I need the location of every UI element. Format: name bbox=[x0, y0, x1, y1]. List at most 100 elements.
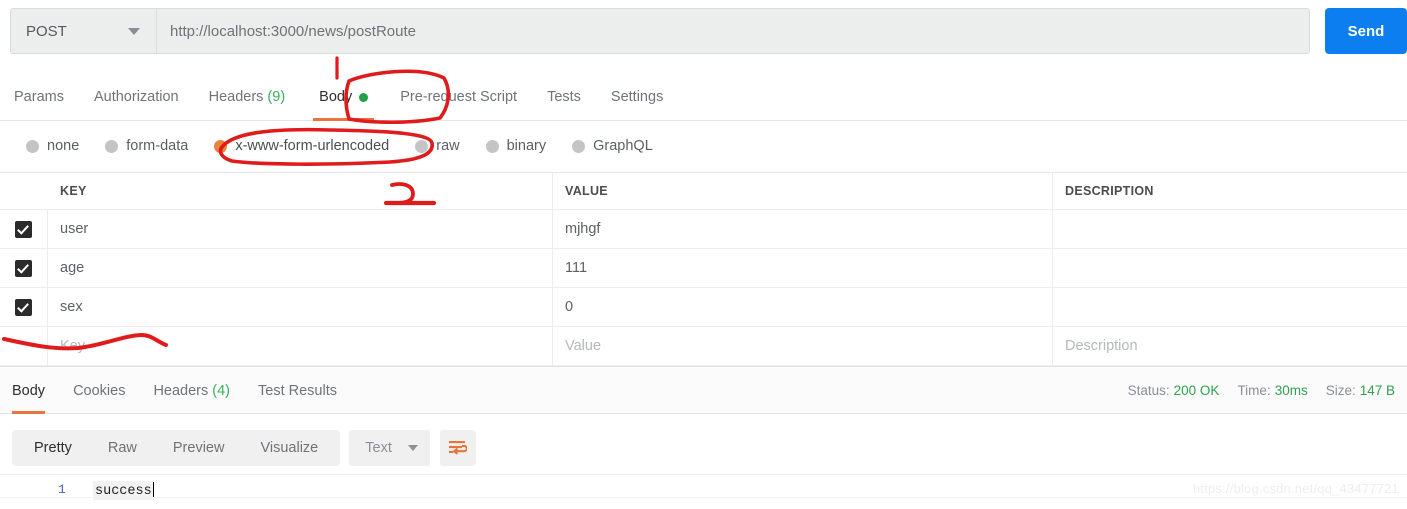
header-key-label: KEY bbox=[60, 184, 87, 198]
tab-tests[interactable]: Tests bbox=[547, 74, 581, 121]
row-description-cell[interactable] bbox=[1053, 249, 1407, 287]
table-row[interactable]: age 111 bbox=[0, 249, 1407, 288]
response-tabs: Body Cookies Headers (4) Test Results bbox=[8, 367, 337, 414]
tab-pre-request-script-label: Pre-request Script bbox=[400, 89, 518, 105]
chevron-down-icon bbox=[407, 445, 418, 451]
row-key-cell[interactable]: sex bbox=[48, 288, 553, 326]
response-tab-test-results-label: Test Results bbox=[258, 382, 337, 399]
row-description-cell[interactable] bbox=[1053, 288, 1407, 326]
header-checkbox-cell bbox=[0, 173, 48, 209]
view-mode-raw-label: Raw bbox=[107, 440, 137, 456]
view-mode-preview[interactable]: Preview bbox=[155, 430, 243, 466]
radio-form-data-icon bbox=[105, 139, 119, 153]
table-row[interactable]: sex 0 bbox=[0, 288, 1407, 327]
tab-pre-request-script[interactable]: Pre-request Script bbox=[400, 74, 517, 121]
body-type-raw[interactable]: raw bbox=[415, 138, 460, 154]
placeholder-value-label: Value bbox=[565, 338, 602, 354]
response-format-label: Text bbox=[365, 440, 392, 456]
placeholder-value-cell[interactable]: Value bbox=[553, 327, 1053, 365]
row-checkbox-cell[interactable] bbox=[0, 288, 48, 326]
placeholder-key-cell[interactable]: Key bbox=[48, 327, 553, 365]
row-description-cell[interactable] bbox=[1053, 210, 1407, 248]
placeholder-key-label: Key bbox=[60, 338, 85, 354]
body-type-x-www-form-urlencoded-label: x-www-form-urlencoded bbox=[235, 138, 390, 154]
row-value-cell[interactable]: 0 bbox=[553, 288, 1053, 326]
body-type-none-label: none bbox=[47, 138, 80, 154]
header-description-label: DESCRIPTION bbox=[1065, 184, 1154, 198]
body-type-graphql-label: GraphQL bbox=[593, 138, 653, 154]
word-wrap-icon bbox=[449, 440, 468, 455]
body-type-x-www-form-urlencoded[interactable]: x-www-form-urlencoded bbox=[214, 138, 389, 154]
placeholder-description-label: Description bbox=[1065, 338, 1138, 354]
body-type-form-data[interactable]: form-data bbox=[105, 138, 188, 154]
send-button[interactable]: Send bbox=[1325, 8, 1407, 54]
placeholder-description-cell[interactable]: Description bbox=[1053, 327, 1407, 365]
chevron-down-icon bbox=[128, 27, 140, 35]
table-row[interactable]: user mjhgf bbox=[0, 210, 1407, 249]
radio-x-www-form-urlencoded-icon bbox=[214, 139, 228, 153]
row-key-cell[interactable]: age bbox=[48, 249, 553, 287]
bottom-divider bbox=[0, 497, 1407, 498]
row-checkbox-cell[interactable] bbox=[0, 210, 48, 248]
view-mode-pretty[interactable]: Pretty bbox=[16, 430, 90, 466]
tab-headers[interactable]: Headers (9) bbox=[209, 74, 286, 121]
response-tab-test-results[interactable]: Test Results bbox=[258, 367, 337, 414]
tab-authorization-label: Authorization bbox=[93, 89, 179, 105]
row-key-cell[interactable]: user bbox=[48, 210, 553, 248]
body-type-form-data-label: form-data bbox=[126, 138, 189, 154]
response-tab-headers-count: (4) bbox=[212, 382, 230, 399]
row-checkbox-checked-icon[interactable] bbox=[15, 220, 32, 238]
row-key-value: user bbox=[60, 221, 89, 237]
row-key-value: age bbox=[60, 260, 85, 276]
radio-none-icon bbox=[26, 139, 39, 153]
tab-body-label: Body bbox=[319, 89, 353, 105]
row-value-value: 0 bbox=[565, 299, 574, 315]
view-mode-preview-label: Preview bbox=[172, 440, 225, 456]
tab-settings[interactable]: Settings bbox=[611, 74, 663, 121]
line-number: 1 bbox=[58, 482, 66, 497]
tab-body[interactable]: Body bbox=[313, 74, 375, 121]
body-type-graphql[interactable]: GraphQL bbox=[572, 138, 653, 154]
row-checkbox-cell[interactable] bbox=[0, 249, 48, 287]
tab-tests-label: Tests bbox=[547, 89, 581, 105]
response-tab-headers[interactable]: Headers (4) bbox=[153, 367, 230, 414]
response-viewer-toolbar: Pretty Raw Preview Visualize Text bbox=[0, 422, 1407, 474]
body-type-binary-label: binary bbox=[506, 138, 547, 154]
tab-params[interactable]: Params bbox=[14, 74, 64, 121]
table-placeholder-row[interactable]: Key Value Description bbox=[0, 327, 1407, 366]
view-mode-raw[interactable]: Raw bbox=[90, 430, 155, 466]
http-method-select[interactable]: POST bbox=[10, 8, 156, 54]
view-mode-visualize[interactable]: Visualize bbox=[242, 430, 336, 466]
row-value-cell[interactable]: 111 bbox=[553, 249, 1053, 287]
word-wrap-toggle[interactable] bbox=[439, 430, 476, 466]
body-params-table: KEY VALUE DESCRIPTION user mjhgf age 111… bbox=[0, 172, 1407, 366]
response-tab-body-label: Body bbox=[12, 382, 46, 399]
url-input-value: http://localhost:3000/news/postRoute bbox=[170, 22, 416, 40]
placeholder-checkbox-cell bbox=[0, 327, 48, 365]
response-tab-cookies[interactable]: Cookies bbox=[73, 367, 125, 414]
body-type-binary[interactable]: binary bbox=[485, 138, 547, 154]
response-tab-body[interactable]: Body bbox=[12, 367, 46, 414]
row-checkbox-checked-icon[interactable] bbox=[15, 298, 32, 316]
response-tab-cookies-label: Cookies bbox=[73, 382, 126, 399]
body-type-radio-group: none form-data x-www-form-urlencoded raw… bbox=[0, 122, 1407, 170]
body-type-none[interactable]: none bbox=[26, 138, 79, 154]
header-description-cell: DESCRIPTION bbox=[1053, 173, 1407, 209]
row-value-cell[interactable]: mjhgf bbox=[553, 210, 1053, 248]
status-label: Status: bbox=[1127, 383, 1170, 398]
table-header-row: KEY VALUE DESCRIPTION bbox=[0, 173, 1407, 210]
header-value-cell: VALUE bbox=[553, 173, 1053, 209]
url-input[interactable]: http://localhost:3000/news/postRoute bbox=[156, 8, 1310, 54]
status-value: 200 OK bbox=[1173, 383, 1220, 398]
size-badge: Size: 147 B bbox=[1326, 383, 1395, 398]
response-meta: Status: 200 OK Time: 30ms Size: 147 B bbox=[1110, 367, 1395, 414]
tab-authorization[interactable]: Authorization bbox=[94, 74, 179, 121]
response-format-select[interactable]: Text bbox=[349, 430, 430, 466]
response-tab-headers-label: Headers bbox=[153, 382, 209, 399]
request-tabs: Params Authorization Headers (9) Body Pr… bbox=[0, 74, 1407, 121]
response-bar: Body Cookies Headers (4) Test Results St… bbox=[0, 366, 1407, 414]
tab-params-label: Params bbox=[14, 89, 64, 105]
row-checkbox-checked-icon[interactable] bbox=[15, 259, 32, 277]
tab-settings-label: Settings bbox=[610, 89, 664, 105]
view-mode-visualize-label: Visualize bbox=[260, 440, 319, 456]
